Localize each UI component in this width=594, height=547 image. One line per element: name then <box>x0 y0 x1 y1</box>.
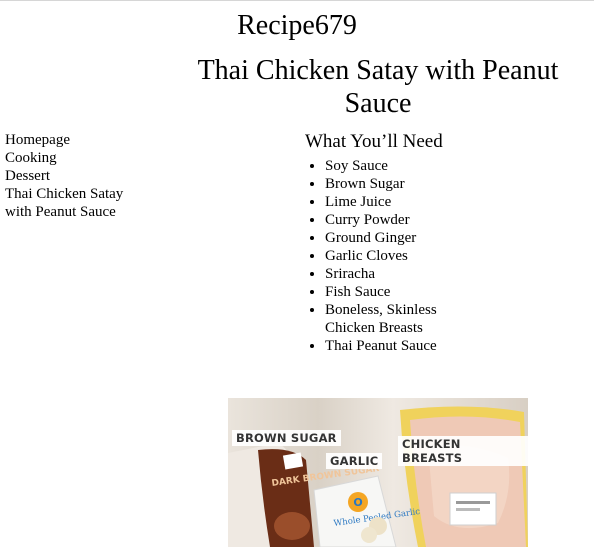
list-item: Brown Sugar <box>325 175 445 193</box>
garlic-label: GARLIC <box>326 453 383 469</box>
list-item: Sriracha <box>325 265 445 283</box>
breadcrumb-dessert[interactable]: Dessert <box>5 167 145 185</box>
list-item: Garlic Cloves <box>325 247 445 265</box>
brown-sugar-label: BROWN SUGAR <box>232 430 341 446</box>
breadcrumb-homepage[interactable]: Homepage <box>5 131 145 149</box>
recipe-title: Thai Chicken Satay with Peanut Sauce <box>197 55 559 119</box>
list-item: Soy Sauce <box>325 157 445 175</box>
svg-text:O: O <box>353 496 362 509</box>
list-item: Lime Juice <box>325 193 445 211</box>
breadcrumb: Homepage Cooking Dessert Thai Chicken Sa… <box>5 131 145 221</box>
breadcrumb-current-recipe[interactable]: Thai Chicken Satay with Peanut Sauce <box>5 185 145 221</box>
site-title: Recipe679 <box>0 10 594 42</box>
list-item: Ground Ginger <box>325 229 445 247</box>
list-item: Fish Sauce <box>325 283 445 301</box>
ingredients-section: What You’ll Need Soy Sauce Brown Sugar L… <box>305 131 445 355</box>
list-item: Curry Powder <box>325 211 445 229</box>
chicken-breasts-label: CHICKEN BREASTS <box>398 436 528 466</box>
ingredients-list: Soy Sauce Brown Sugar Lime Juice Curry P… <box>305 157 445 355</box>
top-divider <box>0 0 594 1</box>
list-item: Thai Peanut Sauce <box>325 337 445 355</box>
ingredients-photo-illustration: DARK BROWN SUGAR O Whole Peeled Garlic <box>228 406 528 547</box>
ingredients-photo: DARK BROWN SUGAR O Whole Peeled Garlic B… <box>228 398 528 547</box>
breadcrumb-cooking[interactable]: Cooking <box>5 149 145 167</box>
ingredients-heading: What You’ll Need <box>305 131 443 152</box>
list-item: Boneless, Skinless Chicken Breasts <box>325 301 445 337</box>
site-title-text: Recipe679 <box>237 10 357 41</box>
